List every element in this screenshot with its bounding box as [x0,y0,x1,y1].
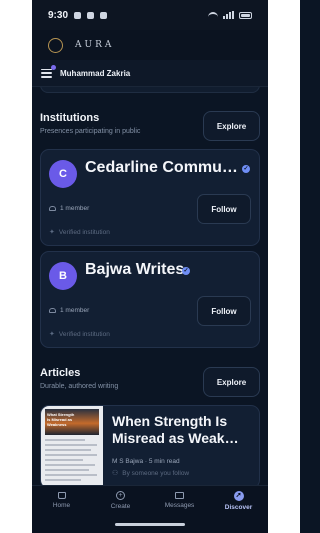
tab-create-label: Create [110,503,131,510]
left-margin [0,0,32,533]
member-count-text: 1 member [60,205,90,212]
verified-label-text: Verified institution [58,330,110,338]
home-icon [57,492,66,499]
compass-icon: ➚ [233,490,244,501]
tab-create[interactable]: + Create [91,486,150,515]
people-small-icon: ⚇ [112,470,119,477]
app-icon [87,11,95,19]
tab-home[interactable]: Home [32,486,91,515]
verified-badge-icon: ✓ [242,165,250,173]
avatar: C [49,160,77,188]
download-icon [100,11,108,19]
article-card[interactable]: What Strength Is Misread as Weakness Whe… [40,405,260,485]
thumbnail-text-line [45,469,89,471]
home-gesture-bar[interactable] [115,522,185,526]
article-author: M S Bajwa [112,458,144,465]
people-icon [49,308,56,313]
institution-card[interactable]: C Cedarline Communi… ✓ 1 member Follow ✦… [40,149,260,246]
verified-label-text: Verified institution [58,228,110,236]
previous-card [40,87,260,93]
institution-name: Bajwa Writes [85,261,185,278]
signal-icon [223,11,234,19]
mail-icon [175,492,184,499]
battery-icon [239,11,252,19]
thumbnail-text-line [45,459,83,461]
tab-messages-label: Messages [164,502,195,509]
user-bar: Muhammad Zakria [32,60,268,87]
follow-button[interactable]: Follow [197,194,251,224]
brand-header: AURA [32,30,268,60]
thumbnail-text-line [45,449,91,451]
article-meta: M S Bajwa · 5 min read [112,458,180,465]
articles-subtitle: Durable, authored writing [40,383,119,390]
thumbnail-text-line [45,464,95,466]
people-icon [49,206,56,211]
articles-heading: Articles [40,367,81,379]
explore-articles-button[interactable]: Explore [203,367,260,397]
follow-note-text: By someone you follow [122,469,190,477]
sparkle-icon: ✦ [49,229,55,236]
tab-discover[interactable]: ➚ Discover [209,486,268,515]
article-title: When Strength Is Misread as Weak… [112,413,239,446]
thumbnail-text-line [45,454,97,456]
avatar: B [49,262,77,290]
tab-home-label: Home [52,502,71,509]
article-thumbnail: What Strength Is Misread as Weakness [41,406,103,485]
member-count: 1 member [49,307,89,314]
member-count-text: 1 member [60,307,90,314]
thumbnail-text-line [45,479,81,481]
article-read-time: 5 min read [148,458,180,465]
wifi-icon [208,11,218,19]
member-count: 1 member [49,205,89,212]
explore-institutions-button[interactable]: Explore [203,111,260,141]
aura-logo-icon[interactable] [48,37,63,53]
tab-discover-label: Discover [224,503,253,511]
follow-button[interactable]: Follow [197,296,251,326]
user-name: Muhammad Zakria [60,68,131,78]
notification-icon [74,11,82,19]
verified-label: ✦ Verified institution [49,330,110,339]
discover-feed[interactable]: Institutions Presences participating in … [32,87,268,485]
thumbnail-text-line [45,439,85,441]
notification-dot [51,64,56,70]
verified-label: ✦ Verified institution [49,228,110,237]
institutions-subtitle: Presences participating in public [40,128,141,135]
status-time: 9:30 [48,9,69,21]
menu-icon[interactable] [41,64,56,78]
thumbnail-text-line [45,474,97,476]
institution-card[interactable]: B Bajwa Writes ✓ 1 member Follow ✦ Verif… [40,251,260,348]
bottom-tab-bar: Home + Create Messages ➚ Discover [32,485,268,515]
thumbnail-title: What Strength Is Misread as Weakness [47,412,75,427]
system-nav-bar [32,515,268,533]
thumbnail-text-line [45,444,97,446]
status-bar: 9:30 [32,0,268,30]
institutions-heading: Institutions [40,112,100,124]
institution-name: Cedarline Communi… [85,159,239,176]
verified-badge-icon: ✓ [182,267,190,275]
follow-note: ⚇ By someone you follow [112,469,190,478]
plus-circle-icon: + [116,491,125,500]
tab-messages[interactable]: Messages [150,486,209,515]
right-margin [268,0,300,533]
brand-name: AURA [75,40,115,50]
sparkle-icon: ✦ [49,331,55,338]
